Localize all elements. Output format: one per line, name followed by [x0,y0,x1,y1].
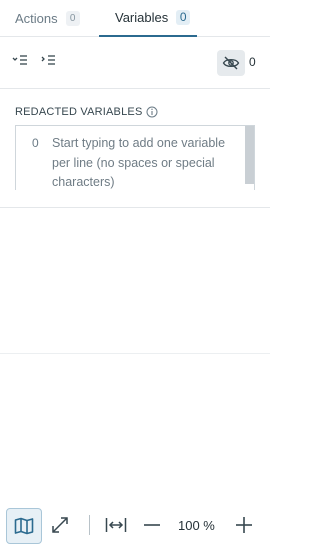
redacted-variables-editor[interactable]: 0 Start typing to add one variable per l… [15,125,255,190]
collapse-all-icon[interactable] [12,53,30,67]
line-number: 0 [32,136,39,150]
map-icon [14,517,34,535]
plus-icon[interactable] [234,515,254,535]
tab-actions-label: Actions [15,11,58,26]
section-title-label: REDACTED VARIABLES [15,106,143,118]
editor-placeholder: Start typing to add one variable per lin… [52,136,226,189]
editor-scrollbar[interactable] [245,126,254,184]
tab-bar: Actions 0 Variables 0 [0,0,270,37]
expand-arrows-icon[interactable] [50,515,70,535]
tab-variables-count: 0 [176,10,191,25]
eye-off-icon [222,56,240,70]
toolbar-divider [89,515,90,535]
toggle-hidden-button[interactable] [217,50,245,76]
zoom-level: 100 % [178,518,215,533]
tab-actions-count: 0 [65,11,80,26]
variables-toolbar: 0 [0,37,270,89]
expand-all-icon[interactable] [40,53,58,67]
tab-actions[interactable]: Actions 0 [15,0,80,37]
tab-variables-label: Variables [115,10,169,25]
minus-icon[interactable] [142,515,162,535]
section-title: REDACTED VARIABLES [15,106,158,118]
bottom-toolbar: 100 % [0,505,270,545]
divider [0,353,270,354]
hidden-count: 0 [249,55,256,69]
redacted-variables-section: REDACTED VARIABLES 0 Start typing to add… [0,89,270,208]
fit-width-icon[interactable] [105,516,127,534]
map-button[interactable] [6,508,42,544]
info-icon[interactable] [146,106,158,118]
tab-variables[interactable]: Variables 0 [99,0,197,37]
